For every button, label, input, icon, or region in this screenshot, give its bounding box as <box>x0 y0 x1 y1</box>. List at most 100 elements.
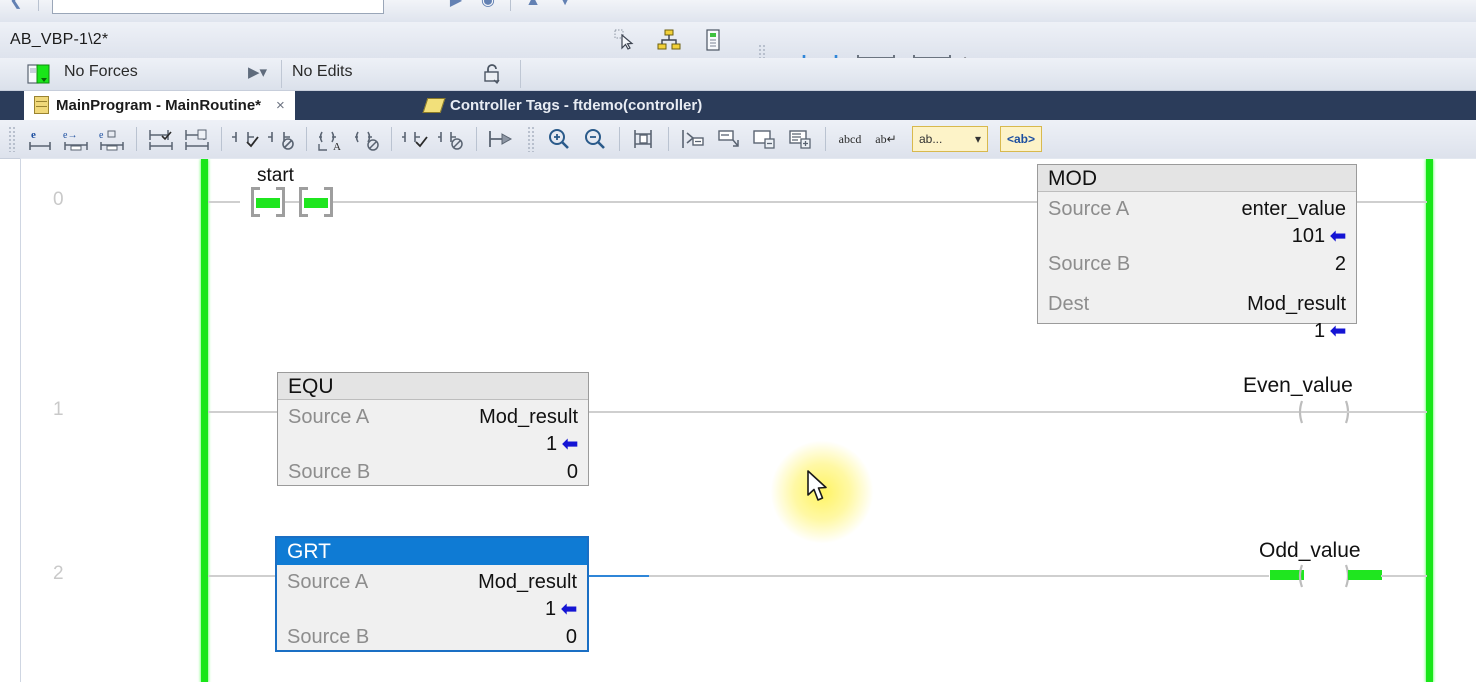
chevron-down-icon[interactable]: ▶​▾ <box>248 63 267 81</box>
examine-on-icon[interactable] <box>228 124 264 154</box>
rung-number: 1 <box>53 399 64 421</box>
expand-all-icon[interactable] <box>783 124 819 154</box>
controller-path-label: AB_VBP-1\2* <box>10 31 108 49</box>
coil-power-flow-right <box>1348 570 1382 580</box>
collapse-all-icon[interactable] <box>747 124 783 154</box>
tag-icon <box>423 98 446 113</box>
force-status-icon[interactable] <box>26 62 52 86</box>
tag-alias-button[interactable]: <ab> <box>1000 126 1042 152</box>
operand-label: Source A <box>288 403 369 431</box>
examine-on-contact-2[interactable] <box>299 187 333 217</box>
output-unlatch-icon[interactable] <box>398 124 434 154</box>
operand-label: Source B <box>1048 250 1130 278</box>
path-select-icon[interactable] <box>612 27 638 53</box>
toolbar-separator-7 <box>668 127 669 151</box>
rung-1-wire-a <box>208 411 278 413</box>
operand-row[interactable]: Source A Mod_result <box>288 403 578 431</box>
controller-properties-icon[interactable] <box>700 27 726 53</box>
zoom-in-icon[interactable] <box>541 124 577 154</box>
contact-label-start: start <box>257 165 294 187</box>
run-mode-icon[interactable]: ▶ <box>443 0 469 14</box>
operand-row[interactable]: Source A Mod_result <box>287 568 577 596</box>
output-not-icon[interactable] <box>434 124 470 154</box>
rung-2-wire-b <box>649 575 1269 577</box>
expand-rung-icon[interactable] <box>711 124 747 154</box>
operand-live-value-row: 1⬅ <box>288 431 578 458</box>
instruction-operands: Source A enter_value 101⬅ Source B 2 Des… <box>1038 192 1356 351</box>
instruction-name: EQU <box>278 373 588 400</box>
force-arrow-icon: ⬅ <box>561 597 577 623</box>
collapse-rung-icon[interactable] <box>675 124 711 154</box>
padlock-icon[interactable] <box>480 62 504 86</box>
rung-2-wire-selected <box>589 575 649 577</box>
instruction-block-equ[interactable]: EQU Source A Mod_result 1⬅ Source B 0 <box>277 372 589 486</box>
show-tag-names-icon[interactable]: abcd <box>832 124 868 154</box>
instruction-operands: Source A Mod_result 1⬅ Source B 0 <box>278 400 588 492</box>
zoom-out-icon[interactable] <box>577 124 613 154</box>
rung-1-wire-b <box>589 411 1301 413</box>
tag-description-dropdown[interactable]: ab... ▾ <box>912 126 988 152</box>
svg-text:e→: e→ <box>63 130 77 141</box>
tab-controller-tags[interactable]: Controller Tags - ftdemo(controller) <box>415 90 712 120</box>
operand-label: Source A <box>1048 195 1129 223</box>
toolbar-separator-2 <box>221 127 222 151</box>
chevron-down-icon[interactable]: ▾ <box>975 132 981 146</box>
routine-toolbar-gripper[interactable] <box>8 126 17 152</box>
operand-row[interactable]: Source B 0 <box>287 623 577 651</box>
operand-row[interactable]: Source A enter_value <box>1048 195 1346 223</box>
operand-spacer <box>1048 278 1346 290</box>
right-power-rail <box>1426 159 1433 682</box>
ladder-canvas[interactable]: 0 start MOD Source A enter_value 101 <box>20 158 1476 682</box>
edits-status-label: No Edits <box>292 63 352 81</box>
network-tree-icon[interactable] <box>656 27 682 53</box>
operand-row[interactable]: Source B 2 <box>1048 250 1346 278</box>
toggle-rung-icon[interactable] <box>626 124 662 154</box>
new-branch-level-icon[interactable]: e <box>94 124 130 154</box>
toolbar-separator-4 <box>391 127 392 151</box>
left-power-rail <box>201 159 208 682</box>
coil-label-even-value: Even_value <box>1243 374 1353 398</box>
output-energize-icon[interactable]: A <box>313 124 349 154</box>
controller-status-row: AB_VBP-1\2* <box>0 22 1476 59</box>
examine-on-contact-start[interactable] <box>251 187 285 217</box>
forces-status-label: No Forces <box>64 63 138 81</box>
rung-number: 0 <box>53 189 64 211</box>
new-branch-icon[interactable]: e→ <box>58 124 94 154</box>
search-input[interactable] <box>52 0 384 14</box>
toolbar-separator <box>136 127 137 151</box>
operand-live-value: 1 <box>1314 320 1325 342</box>
insert-rung-icon[interactable] <box>179 124 215 154</box>
tab-mainprogram-mainroutine[interactable]: MainProgram - MainRoutine* × <box>24 90 295 120</box>
routine-toolbar-gripper-2[interactable] <box>527 126 536 152</box>
rung-1-wire-c <box>1301 411 1427 413</box>
svg-text:e: e <box>31 129 36 141</box>
close-icon[interactable]: × <box>276 97 285 114</box>
rung-2-wire-c <box>1381 575 1427 577</box>
tag-description-dropdown-label: ab... <box>919 132 942 146</box>
examine-off-icon[interactable] <box>264 124 300 154</box>
operand-live-value-row: 1⬅ <box>287 596 577 623</box>
instruction-block-mod[interactable]: MOD Source A enter_value 101⬅ Source B 2… <box>1037 164 1357 324</box>
operand-row[interactable]: Source B 0 <box>288 458 578 486</box>
coil-label-odd-value: Odd_value <box>1259 539 1361 563</box>
operand-live-value: 1 <box>546 433 557 455</box>
operand-row[interactable]: Dest Mod_result <box>1048 290 1346 318</box>
rung-0-wire-b <box>285 201 299 203</box>
output-coil-odd-value[interactable] <box>1298 563 1350 589</box>
output-latch-icon[interactable] <box>349 124 385 154</box>
jump-icon[interactable] <box>483 124 519 154</box>
back-arrow-icon[interactable]: ❮ <box>3 0 29 14</box>
append-rung-icon[interactable] <box>143 124 179 154</box>
online-toggle-icon[interactable]: ◉ <box>475 0 501 14</box>
toolbar-separator-2 <box>510 0 511 11</box>
upload-icon[interactable]: ▲ <box>520 0 546 14</box>
new-rung-icon[interactable]: e <box>22 124 58 154</box>
force-arrow-icon: ⬅ <box>1330 224 1346 250</box>
download-icon[interactable]: ▼ <box>552 0 578 14</box>
svg-text:A: A <box>333 141 341 152</box>
wrap-text-icon[interactable]: ab↵ <box>868 124 904 154</box>
contact-power-flow <box>256 198 280 208</box>
status-separator-2 <box>520 60 521 88</box>
instruction-block-grt[interactable]: GRT Source A Mod_result 1⬅ Source B 0 <box>275 536 589 652</box>
rung-0-wire-c <box>333 201 1037 203</box>
